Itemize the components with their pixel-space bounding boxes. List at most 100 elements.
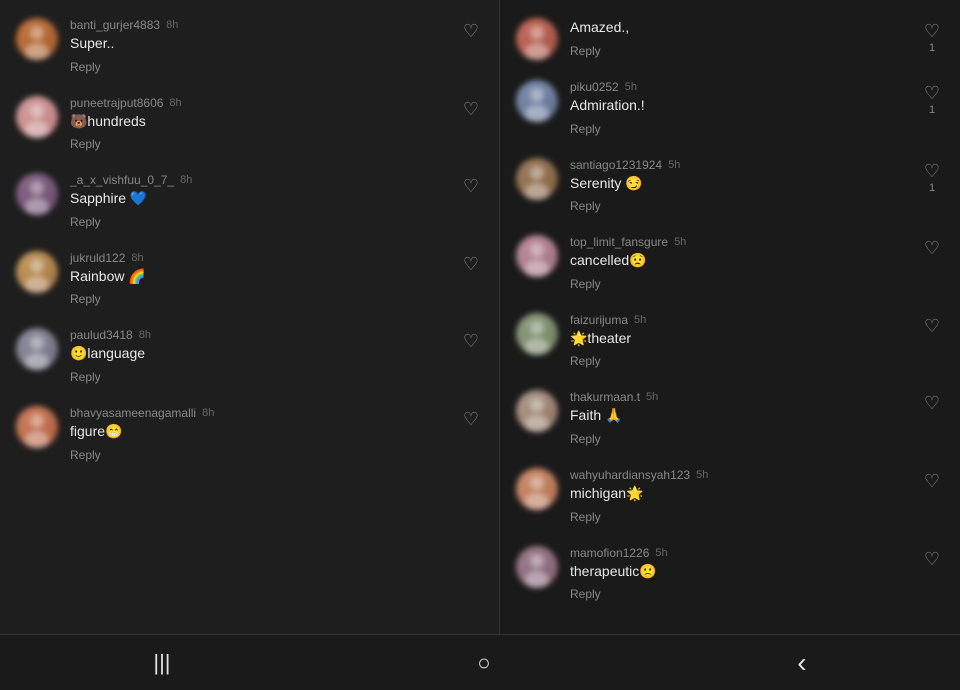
- comment-header: puneetrajput8606 8h: [70, 96, 447, 110]
- comment-text: cancelled😟: [570, 251, 908, 271]
- reply-link[interactable]: Reply: [70, 60, 101, 74]
- comment-header: faizurijuma5h: [570, 313, 908, 327]
- comment-time: 8h: [180, 174, 192, 186]
- comment-item: paulud34188h 🙂language Reply ♡: [0, 318, 499, 396]
- avatar: [516, 80, 558, 122]
- like-button[interactable]: ♡: [459, 18, 483, 40]
- comment-body: Amazed., Reply: [570, 18, 908, 60]
- heart-icon: ♡: [463, 22, 479, 40]
- like-button[interactable]: ♡: [920, 313, 944, 335]
- username: bhavyasameenagamalli: [70, 406, 196, 420]
- comment-time: 5h: [674, 236, 686, 248]
- like-button[interactable]: ♡1: [920, 80, 944, 116]
- comment-time: 5h: [655, 547, 667, 559]
- comment-text: Serenity 😏: [570, 174, 908, 194]
- home-icon[interactable]: ○: [477, 650, 490, 676]
- comment-item: thakurmaan.t5h Faith 🙏 Reply ♡: [500, 380, 960, 458]
- reply-link[interactable]: Reply: [570, 277, 601, 291]
- comment-time: 8h: [169, 97, 181, 109]
- avatar: [16, 173, 58, 215]
- username: thakurmaan.t: [570, 390, 640, 404]
- left-panel: banti_gurjer4883 8h Super.. Reply ♡ puneetra…: [0, 0, 500, 634]
- avatar: [16, 328, 58, 370]
- like-button[interactable]: ♡: [459, 328, 483, 350]
- heart-icon: ♡: [463, 332, 479, 350]
- avatar: [16, 406, 58, 448]
- comment-text: Faith 🙏: [570, 406, 908, 426]
- like-button[interactable]: ♡: [459, 251, 483, 273]
- like-button[interactable]: ♡1: [920, 18, 944, 54]
- username: piku0252: [570, 80, 619, 94]
- comment-body: santiago12319245hSerenity 😏Reply: [570, 158, 908, 216]
- comment-item: banti_gurjer4883 8h Super.. Reply ♡: [0, 8, 499, 86]
- reply-link[interactable]: Reply: [70, 448, 101, 462]
- comment-header: thakurmaan.t5h: [570, 390, 908, 404]
- comment-text: 🙂language: [70, 344, 447, 364]
- reply-link[interactable]: Reply: [70, 370, 101, 384]
- reply-link[interactable]: Reply: [570, 510, 601, 524]
- comment-time: 5h: [668, 159, 680, 171]
- comment-item: Amazed., Reply ♡1: [500, 8, 960, 70]
- comment-time: 5h: [625, 81, 637, 93]
- like-button[interactable]: ♡1: [920, 158, 944, 194]
- reply-link[interactable]: Reply: [570, 122, 601, 136]
- username: puneetrajput8606: [70, 96, 163, 110]
- nav-bar: ||| ○ ‹: [0, 634, 960, 690]
- comment-item: piku02525hAdmiration.!Reply♡1: [500, 70, 960, 148]
- like-button[interactable]: ♡: [920, 468, 944, 490]
- like-button[interactable]: ♡: [920, 235, 944, 257]
- username: jukruld122: [70, 251, 125, 265]
- comment-time: 5h: [634, 314, 646, 326]
- reply-link[interactable]: Reply: [570, 199, 601, 213]
- back-icon[interactable]: ‹: [797, 647, 806, 679]
- comment-header: paulud34188h: [70, 328, 447, 342]
- reply-link[interactable]: Reply: [570, 587, 601, 601]
- comment-header: jukruld1228h: [70, 251, 447, 265]
- comment-body: bhavyasameenagamalli8hfigure😁Reply: [70, 406, 447, 464]
- username: banti_gurjer4883: [70, 18, 160, 32]
- comment-body: thakurmaan.t5h Faith 🙏 Reply: [570, 390, 908, 448]
- username: mamofion1226: [570, 546, 649, 560]
- right-panel: Amazed.,Reply♡1 piku02525hAdmiration.!Re…: [500, 0, 960, 634]
- comment-item: mamofion1226 5h therapeutic🙁 Reply ♡: [500, 536, 960, 614]
- comment-text: Amazed.,: [570, 18, 908, 38]
- reply-link[interactable]: Reply: [570, 44, 601, 58]
- avatar: [16, 251, 58, 293]
- comment-time: 8h: [202, 407, 214, 419]
- avatar: [516, 546, 558, 588]
- like-button[interactable]: ♡: [459, 96, 483, 118]
- comment-time: 8h: [166, 19, 178, 31]
- username: paulud3418: [70, 328, 133, 342]
- reply-link[interactable]: Reply: [570, 432, 601, 446]
- main-content: banti_gurjer4883 8h Super.. Reply ♡ puneetra…: [0, 0, 960, 634]
- comment-item: _a_x_vishfuu_0_7_8hSapphire 💙Reply♡: [0, 163, 499, 241]
- comment-item: top_limit_fansgure5hcancelled😟Reply♡: [500, 225, 960, 303]
- reply-link[interactable]: Reply: [70, 137, 101, 151]
- comment-item: bhavyasameenagamalli8hfigure😁Reply♡: [0, 396, 499, 474]
- heart-icon: ♡: [463, 177, 479, 195]
- comment-item: santiago12319245hSerenity 😏Reply♡1: [500, 148, 960, 226]
- reply-link[interactable]: Reply: [570, 354, 601, 368]
- like-count: 1: [929, 182, 935, 194]
- menu-icon[interactable]: |||: [153, 650, 170, 676]
- like-button[interactable]: ♡: [920, 390, 944, 412]
- comment-item: wahyuhardiansyah1235hmichigan🌟Reply♡: [500, 458, 960, 536]
- reply-link[interactable]: Reply: [70, 292, 101, 306]
- comment-text: Super..: [70, 34, 447, 54]
- comment-body: banti_gurjer4883 8h Super.. Reply: [70, 18, 447, 76]
- comment-text: 🌟theater: [570, 329, 908, 349]
- comment-item: jukruld1228hRainbow 🌈Reply♡: [0, 241, 499, 319]
- like-button[interactable]: ♡: [920, 546, 944, 568]
- like-button[interactable]: ♡: [459, 173, 483, 195]
- like-button[interactable]: ♡: [459, 406, 483, 428]
- heart-icon: ♡: [924, 22, 940, 40]
- reply-link[interactable]: Reply: [70, 215, 101, 229]
- comment-text: therapeutic🙁: [570, 562, 908, 582]
- comment-time: 5h: [696, 469, 708, 481]
- username: _a_x_vishfuu_0_7_: [70, 173, 174, 187]
- heart-icon: ♡: [924, 394, 940, 412]
- comment-header: wahyuhardiansyah1235h: [570, 468, 908, 482]
- comment-body: top_limit_fansgure5hcancelled😟Reply: [570, 235, 908, 293]
- comment-item: faizurijuma5h 🌟theater Reply ♡: [500, 303, 960, 381]
- heart-icon: ♡: [924, 550, 940, 568]
